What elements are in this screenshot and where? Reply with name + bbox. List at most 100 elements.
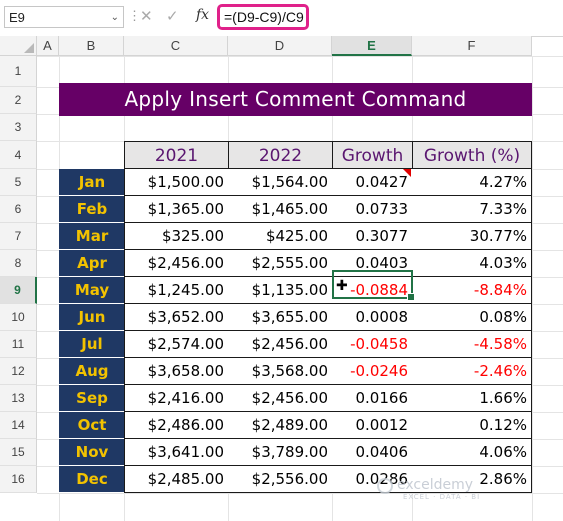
row-header-5[interactable]: 5 xyxy=(0,169,37,196)
watermark-logo-icon xyxy=(377,478,393,494)
month-cell[interactable]: Feb xyxy=(59,196,125,223)
row-header-2[interactable]: 2 xyxy=(0,87,37,114)
value-2022-cell[interactable]: $2,456.00 xyxy=(228,331,333,358)
value-2021-cell[interactable]: $1,500.00 xyxy=(124,169,229,196)
month-cell[interactable]: Jun xyxy=(59,304,125,331)
growth-pct-cell[interactable]: 0.08% xyxy=(412,304,532,331)
insert-function-icon[interactable]: fx xyxy=(196,7,209,23)
month-cell[interactable]: Nov xyxy=(59,439,125,466)
month-cell[interactable]: Jan xyxy=(59,169,125,196)
name-box[interactable]: E9 ⌄ xyxy=(4,6,124,28)
growth-cell[interactable]: 0.3077 xyxy=(332,223,413,250)
column-header-b[interactable]: B xyxy=(59,36,124,56)
formula-input[interactable]: =(D9-C9)/C9 xyxy=(217,4,309,30)
row-header-9[interactable]: 9 xyxy=(0,277,37,304)
row-header-12[interactable]: 12 xyxy=(0,358,37,385)
growth-pct-cell[interactable]: 4.27% xyxy=(412,169,532,196)
growth-cell[interactable]: 0.0427 xyxy=(332,169,413,196)
row-header-1[interactable]: 1 xyxy=(0,56,37,87)
header-2022[interactable]: 2022 xyxy=(228,141,333,169)
value-2022-cell[interactable]: $1,465.00 xyxy=(228,196,333,223)
value-2021-cell[interactable]: $1,245.00 xyxy=(124,277,229,304)
growth-pct-cell[interactable]: 7.33% xyxy=(412,196,532,223)
row-header-15[interactable]: 15 xyxy=(0,439,37,466)
value-2021-cell[interactable]: $3,658.00 xyxy=(124,358,229,385)
growth-pct-cell[interactable]: 4.06% xyxy=(412,439,532,466)
growth-cell[interactable]: 0.0012 xyxy=(332,412,413,439)
growth-pct-cell[interactable]: 0.12% xyxy=(412,412,532,439)
row-header-14[interactable]: 14 xyxy=(0,412,37,439)
growth-cell[interactable]: 0.0008 xyxy=(332,304,413,331)
value-2021-cell[interactable]: $2,416.00 xyxy=(124,385,229,412)
value-2022-cell[interactable]: $3,655.00 xyxy=(228,304,333,331)
watermark-tagline: EXCEL · DATA · BI xyxy=(403,493,481,501)
column-header-f[interactable]: F xyxy=(412,36,532,56)
row-header-8[interactable]: 8 xyxy=(0,250,37,277)
header-growth-pct[interactable]: Growth (%) xyxy=(412,141,532,169)
row-header-11[interactable]: 11 xyxy=(0,331,37,358)
gridline xyxy=(37,56,563,57)
sheet-title[interactable]: Apply Insert Comment Command xyxy=(59,83,532,116)
value-2022-cell[interactable]: $1,564.00 xyxy=(228,169,333,196)
value-2022-cell[interactable]: $2,555.00 xyxy=(228,250,333,277)
value-2021-cell[interactable]: $3,641.00 xyxy=(124,439,229,466)
value-2021-cell[interactable]: $2,456.00 xyxy=(124,250,229,277)
row-header-4[interactable]: 4 xyxy=(0,141,37,169)
row-header-10[interactable]: 10 xyxy=(0,304,37,331)
select-all-corner[interactable] xyxy=(0,36,37,56)
value-2022-cell[interactable]: $3,789.00 xyxy=(228,439,333,466)
enter-check-icon[interactable]: ✓ xyxy=(166,7,179,25)
row-header-16[interactable]: 16 xyxy=(0,466,37,493)
growth-pct-cell[interactable]: -8.84% xyxy=(412,277,532,304)
row-header-13[interactable]: 13 xyxy=(0,385,37,412)
value-2021-cell[interactable]: $1,365.00 xyxy=(124,196,229,223)
growth-pct-cell[interactable]: 1.66% xyxy=(412,385,532,412)
column-header-d[interactable]: D xyxy=(228,36,332,56)
growth-cell[interactable]: 0.0403 xyxy=(332,250,413,277)
value-2022-cell[interactable]: $2,556.00 xyxy=(228,466,333,493)
name-box-value: E9 xyxy=(9,10,25,25)
growth-cell[interactable]: -0.0246 xyxy=(332,358,413,385)
gridline xyxy=(37,493,563,494)
cell-cursor-icon: ✚ xyxy=(336,277,348,293)
growth-cell[interactable]: 0.0733 xyxy=(332,196,413,223)
value-2021-cell[interactable]: $325.00 xyxy=(124,223,229,250)
month-cell[interactable]: May xyxy=(59,277,125,304)
month-cell[interactable]: Apr xyxy=(59,250,125,277)
column-header-c[interactable]: C xyxy=(124,36,228,56)
month-cell[interactable]: Oct xyxy=(59,412,125,439)
month-cell[interactable]: Dec xyxy=(59,466,125,493)
month-cell[interactable]: Aug xyxy=(59,358,125,385)
watermark-name: exceldemy xyxy=(397,477,474,493)
month-cell[interactable]: Mar xyxy=(59,223,125,250)
month-cell[interactable]: Sep xyxy=(59,385,125,412)
growth-pct-cell[interactable]: -4.58% xyxy=(412,331,532,358)
watermark: exceldemy EXCEL · DATA · BI xyxy=(397,477,480,501)
chevron-down-icon[interactable]: ⌄ xyxy=(111,7,119,29)
value-2022-cell[interactable]: $3,568.00 xyxy=(228,358,333,385)
value-2021-cell[interactable]: $3,652.00 xyxy=(124,304,229,331)
column-header-a[interactable]: A xyxy=(37,36,59,56)
value-2022-cell[interactable]: $2,489.00 xyxy=(228,412,333,439)
header-growth[interactable]: Growth xyxy=(332,141,413,169)
growth-cell[interactable]: -0.0458 xyxy=(332,331,413,358)
column-header-e[interactable]: E xyxy=(332,36,412,56)
value-2022-cell[interactable]: $2,456.00 xyxy=(228,385,333,412)
value-2021-cell[interactable]: $2,486.00 xyxy=(124,412,229,439)
header-2021[interactable]: 2021 xyxy=(124,141,229,169)
row-header-7[interactable]: 7 xyxy=(0,223,37,250)
month-cell[interactable]: Jul xyxy=(59,331,125,358)
cancel-icon[interactable]: ✕ xyxy=(140,7,153,25)
growth-pct-cell[interactable]: 4.03% xyxy=(412,250,532,277)
value-2021-cell[interactable]: $2,574.00 xyxy=(124,331,229,358)
growth-pct-cell[interactable]: -2.46% xyxy=(412,358,532,385)
value-2022-cell[interactable]: $1,135.00 xyxy=(228,277,333,304)
row-header-3[interactable]: 3 xyxy=(0,114,37,141)
value-2021-cell[interactable]: $2,485.00 xyxy=(124,466,229,493)
growth-cell[interactable]: 0.0166 xyxy=(332,385,413,412)
growth-cell[interactable]: 0.0406 xyxy=(332,439,413,466)
growth-pct-cell[interactable]: 30.77% xyxy=(412,223,532,250)
value-2022-cell[interactable]: $425.00 xyxy=(228,223,333,250)
row-header-6[interactable]: 6 xyxy=(0,196,37,223)
comment-indicator[interactable] xyxy=(403,169,411,177)
